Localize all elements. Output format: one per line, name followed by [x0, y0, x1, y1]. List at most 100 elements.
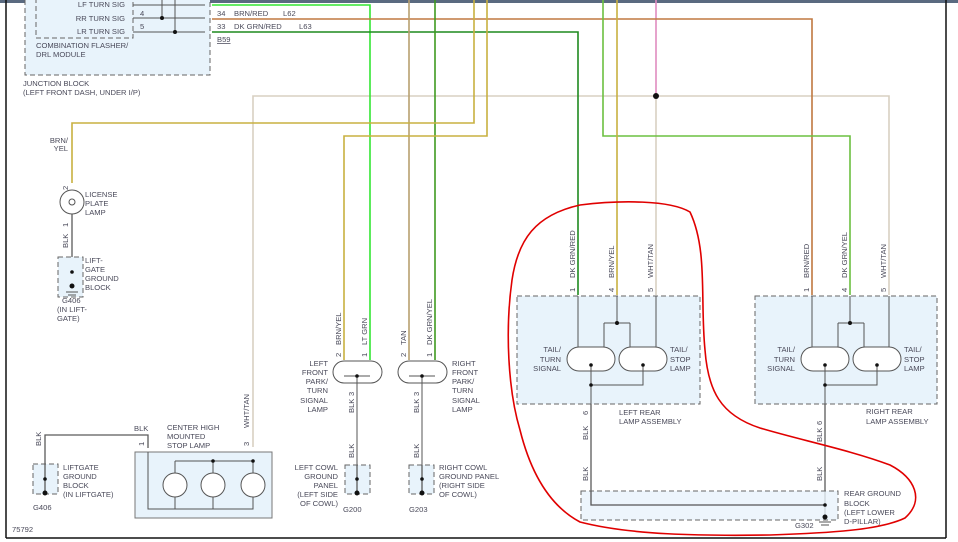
- wire-label: DK GRN/YEL: [840, 232, 849, 278]
- pin-5: 5: [140, 22, 144, 31]
- wire-label: BRN/YEL: [334, 313, 343, 346]
- lamp-label: SIGNAL: [533, 364, 561, 373]
- chmsl-name: CENTER HIGH: [167, 423, 219, 432]
- lamp-label: STOP: [670, 355, 691, 364]
- assembly-name: LEFT REAR: [619, 408, 661, 417]
- pin-3: 3: [347, 392, 356, 396]
- pin-label: 1: [802, 288, 811, 292]
- ground-name: PANEL: [314, 481, 338, 490]
- lamp-label: STOP: [904, 355, 925, 364]
- wire-blk-2: BLK: [815, 467, 824, 481]
- wire-label-2: YEL: [54, 144, 68, 153]
- lamp-label: TAIL/: [904, 345, 922, 354]
- wire-blk: BLK: [61, 234, 70, 248]
- wire-label: TAN: [399, 330, 408, 345]
- circuit-l62: L62: [283, 9, 296, 18]
- splice-dot: [653, 93, 659, 99]
- wire-label: BRN/RED: [802, 243, 811, 278]
- ground-block-name-2: GATE: [85, 265, 105, 274]
- wire-label: DK GRN/RED: [568, 230, 577, 278]
- lamp-name: SIGNAL: [300, 396, 328, 405]
- signal-lf: LF TURN SIG: [78, 0, 125, 9]
- ground-name: BLOCK: [844, 499, 870, 508]
- pin-4: 4: [140, 9, 144, 18]
- pin-3: 3: [412, 392, 421, 396]
- ground-name: (LEFT LOWER: [844, 508, 895, 517]
- pin-label: 1: [425, 353, 434, 357]
- pin-1: 1: [61, 223, 70, 227]
- lamp-name: TURN: [452, 386, 473, 395]
- connector-b59: B59: [217, 35, 231, 44]
- assembly-name-2: LAMP ASSEMBLY: [619, 417, 682, 426]
- wiring-diagram: LF TURN SIG RR TURN SIG LR TURN SIG 4 5 …: [0, 0, 958, 542]
- signal-rr: RR TURN SIG: [76, 14, 125, 23]
- assembly-name-2: LAMP ASSEMBLY: [866, 417, 929, 426]
- module-name-2: DRL MODULE: [36, 50, 86, 59]
- ground-block-name: LIFTGATE: [63, 463, 99, 472]
- lamp-name: LICENSE: [85, 190, 118, 199]
- lamp-label: TURN: [540, 355, 561, 364]
- wire-blk-2: BLK: [347, 444, 356, 458]
- ground-id: G406: [62, 296, 81, 305]
- wire-color-brn-red: BRN/RED: [234, 9, 269, 18]
- pin-6: 6: [815, 421, 824, 425]
- pin-label: 1: [360, 353, 369, 357]
- wire-label: DK GRN/YEL: [425, 299, 434, 345]
- pin-label: 4: [607, 288, 616, 292]
- signal-lr: LR TURN SIG: [77, 27, 125, 36]
- ground-block-name-4: BLOCK: [85, 283, 111, 292]
- module-name: COMBINATION FLASHER/: [36, 41, 129, 50]
- pin-2: 2: [61, 186, 70, 190]
- wire-blk: BLK: [581, 426, 590, 440]
- ground-id: G203: [409, 505, 428, 514]
- pin-label: 4: [840, 288, 849, 292]
- lamp-name: LEFT: [309, 359, 328, 368]
- lamp-name: LAMP: [452, 405, 473, 414]
- lamp-name: SIGNAL: [452, 396, 480, 405]
- lamp-label: SIGNAL: [767, 364, 795, 373]
- circuit-l63: L63: [299, 22, 312, 31]
- wire-label: WHT/TAN: [646, 244, 655, 278]
- ground-name: (RIGHT SIDE: [439, 481, 485, 490]
- junction-block-location: (LEFT FRONT DASH, UNDER I/P): [23, 88, 141, 97]
- pin-34: 34: [217, 9, 225, 18]
- bulb-icon: [200, 472, 226, 498]
- lamp-name: LAMP: [307, 405, 328, 414]
- lamp-label: TURN: [774, 355, 795, 364]
- lamp-name-2: PLATE: [85, 199, 109, 208]
- ground-name: OF COWL): [439, 490, 477, 499]
- ground-block-name-3: BLOCK: [63, 481, 89, 490]
- ground-id: G302: [795, 521, 814, 530]
- ground-location: (IN LIFT-: [57, 305, 87, 314]
- pin-label: 5: [879, 288, 888, 292]
- wire-blk: BLK: [347, 399, 356, 413]
- lamp-label: TAIL/: [777, 345, 795, 354]
- lamp-label: TAIL/: [670, 345, 688, 354]
- lamp-name: FRONT: [452, 368, 479, 377]
- wire-label: WHT/TAN: [879, 244, 888, 278]
- wire-blk: BLK: [134, 424, 148, 433]
- wire-blk-2: BLK: [34, 432, 43, 446]
- pin-1: 1: [137, 442, 146, 446]
- ground-block-name-3: GROUND: [85, 274, 119, 283]
- bulb-icon: [162, 472, 188, 498]
- wire-wht-tan-label: WHT/TAN: [242, 394, 251, 428]
- ground-id: G406: [33, 503, 52, 512]
- wire-label: LT GRN: [360, 318, 369, 345]
- diagram-id: 75792: [12, 525, 33, 534]
- ground-name: (LEFT SIDE: [297, 490, 338, 499]
- chmsl-name-3: STOP LAMP: [167, 441, 210, 450]
- lamp-label: LAMP: [670, 364, 691, 373]
- ground-block-name: LIFT-: [85, 256, 103, 265]
- ground-id: G200: [343, 505, 362, 514]
- ground-name: OF COWL): [300, 499, 338, 508]
- wire-label: BRN/YEL: [607, 246, 616, 279]
- ground-name: GROUND: [304, 472, 338, 481]
- pin-33: 33: [217, 22, 225, 31]
- lamp-name: TURN: [307, 386, 328, 395]
- pin-label: 2: [399, 353, 408, 357]
- ground-name: D-PILLAR): [844, 517, 881, 526]
- ground-block-name-2: GROUND: [63, 472, 97, 481]
- lamp-name: FRONT: [302, 368, 329, 377]
- ground-name: RIGHT COWL: [439, 463, 487, 472]
